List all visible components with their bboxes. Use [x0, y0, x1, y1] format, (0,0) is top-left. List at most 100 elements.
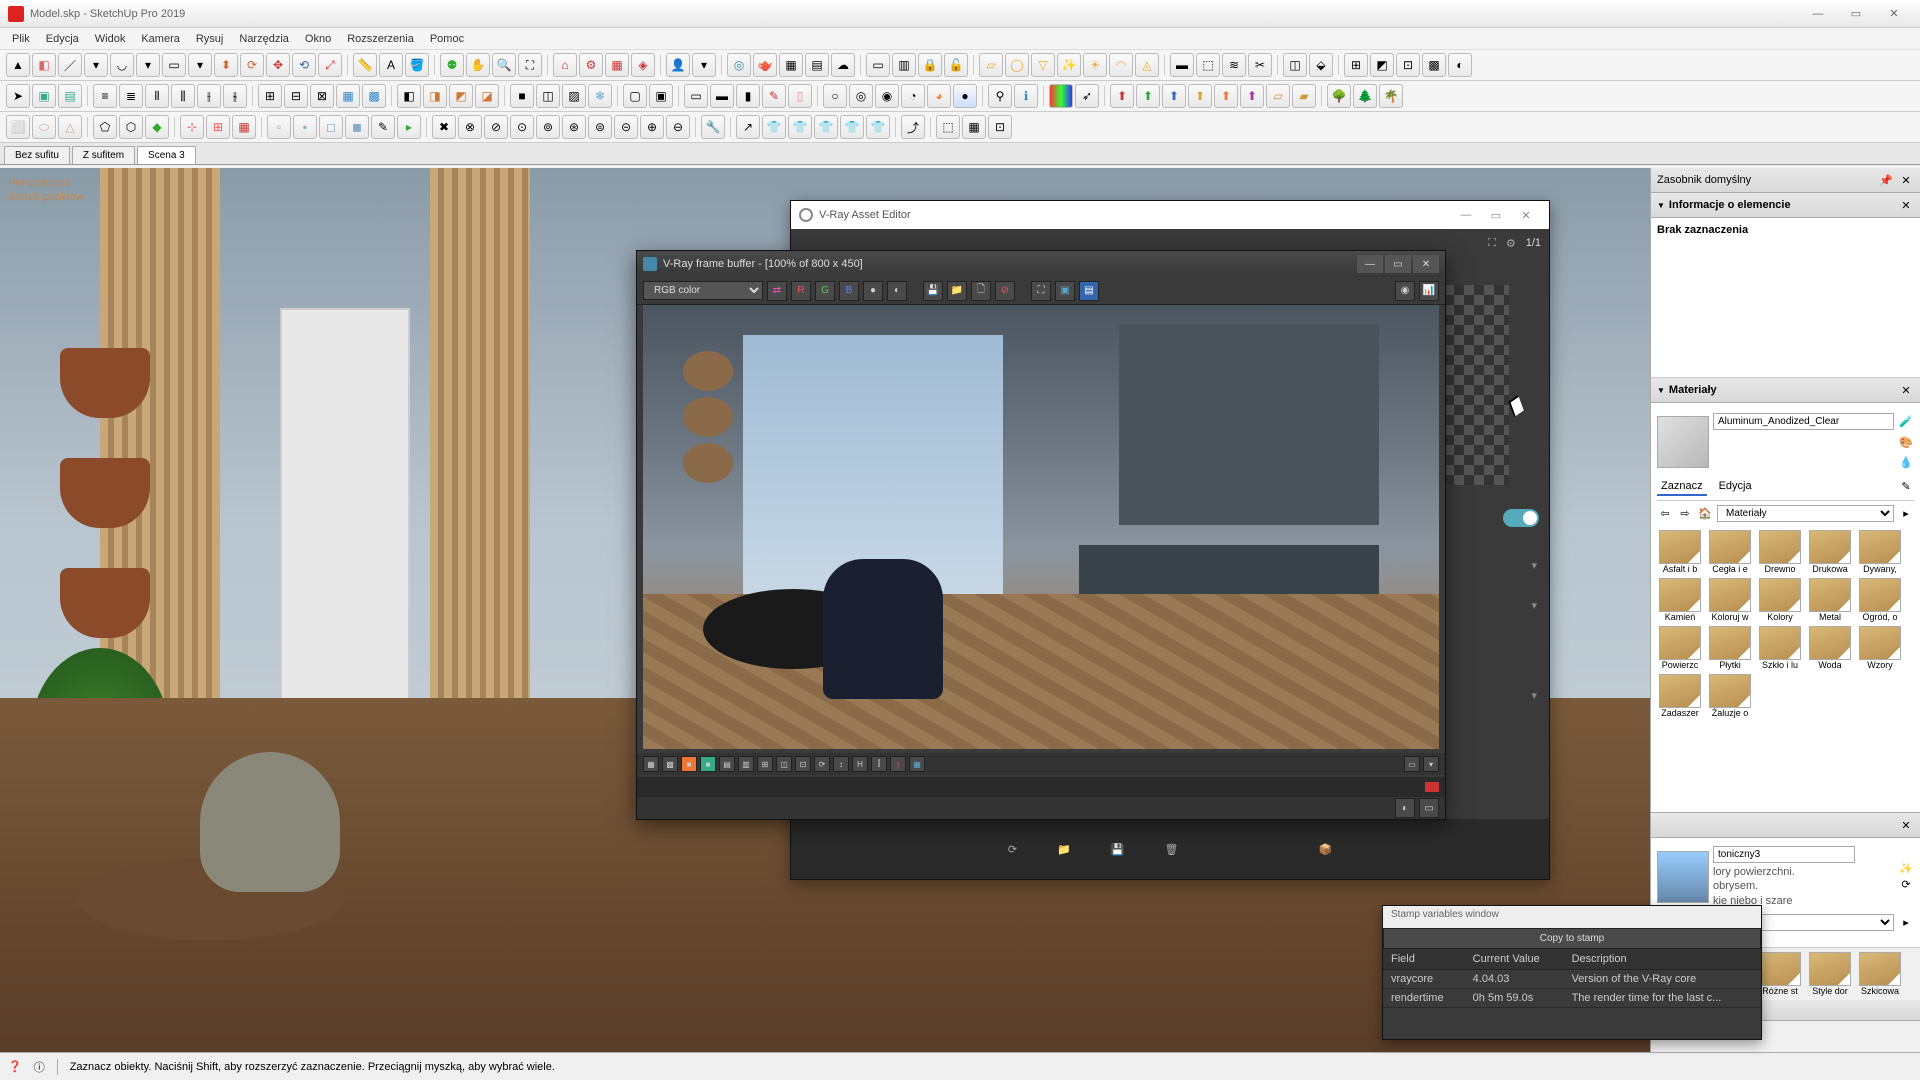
info-icon[interactable]: ⓘ — [34, 1059, 45, 1075]
cam4-icon[interactable]: ◔ — [901, 84, 925, 108]
pick-icon[interactable]: ➶ — [1075, 84, 1099, 108]
vray-mono-icon[interactable]: ◐ — [1448, 53, 1472, 77]
menu-rozszerzenia[interactable]: Rozszerzenia — [339, 30, 422, 48]
vfb-b-button[interactable]: B — [839, 281, 859, 301]
material-name-input[interactable] — [1713, 413, 1894, 430]
x9-icon[interactable]: ⊕ — [640, 115, 664, 139]
section2-icon[interactable]: ▣ — [649, 84, 673, 108]
cloth1-icon[interactable]: 👕 — [762, 115, 786, 139]
col-value[interactable]: Current Value — [1465, 949, 1564, 970]
ext-warehouse-icon[interactable]: ⚙ — [579, 53, 603, 77]
sand5-icon[interactable]: ▩ — [362, 84, 386, 108]
vray-geo1-icon[interactable]: ◫ — [1283, 53, 1307, 77]
align6-icon[interactable]: ⫳ — [223, 84, 247, 108]
vray-shade-icon[interactable]: ◩ — [1370, 53, 1394, 77]
vfb-exp-icon[interactable]: ▾ — [1423, 756, 1439, 772]
x5-icon[interactable]: ⊚ — [536, 115, 560, 139]
vray-proxy-icon[interactable]: ⬚ — [1196, 53, 1220, 77]
style-folder[interactable]: Style dor — [1807, 952, 1853, 996]
chevron-down-icon[interactable]: ▾ — [1531, 599, 1537, 612]
comp-edit-icon[interactable]: ▤ — [58, 84, 82, 108]
location-icon[interactable]: ◈ — [631, 53, 655, 77]
vfb-stamp-icon[interactable]: ▭ — [1404, 756, 1420, 772]
rect-tool-icon[interactable]: ▭ — [162, 53, 186, 77]
eraser-icon[interactable]: ◧ — [32, 53, 56, 77]
vray-frame-buffer-window[interactable]: V-Ray frame buffer - [100% of 800 x 450]… — [636, 250, 1446, 820]
vray-fur-icon[interactable]: ≋ — [1222, 53, 1246, 77]
vfb-b4-icon[interactable]: ■ — [700, 756, 716, 772]
mod3-icon[interactable]: ◻ — [319, 115, 343, 139]
minimize-button[interactable]: — — [1800, 4, 1836, 24]
vfb-load-icon[interactable]: 📁 — [947, 281, 967, 301]
dyn2-icon[interactable]: ℹ — [1014, 84, 1038, 108]
cylinder-icon[interactable]: ⬭ — [32, 115, 56, 139]
style-update-icon[interactable]: ⟳ — [1898, 877, 1914, 893]
x6-icon[interactable]: ⊛ — [562, 115, 586, 139]
material-folder[interactable]: Szkło i lu — [1757, 626, 1803, 670]
vae-expand-icon[interactable]: ⛶ — [1488, 237, 1496, 250]
vae-pack-icon[interactable]: 📦 — [1318, 843, 1332, 856]
vfb-b14-icon[interactable]: | — [890, 756, 906, 772]
line-dd-icon[interactable]: ▾ — [84, 53, 108, 77]
vfb-max-button[interactable]: ▭ — [1385, 255, 1411, 273]
align2-icon[interactable]: ≣ — [119, 84, 143, 108]
vray-mesh-light-icon[interactable]: ◬ — [1135, 53, 1159, 77]
paint-icon[interactable]: 🪣 — [405, 53, 429, 77]
close-button[interactable]: ✕ — [1876, 4, 1912, 24]
cloth2-icon[interactable]: 👕 — [788, 115, 812, 139]
solid3-icon[interactable]: ◩ — [449, 84, 473, 108]
back-icon[interactable]: ⇦ — [1657, 506, 1673, 522]
vfb-p1-icon[interactable]: ◐ — [1395, 798, 1415, 818]
rotate-icon[interactable]: ⟲ — [292, 53, 316, 77]
style-name-input[interactable] — [1713, 846, 1855, 863]
tab-bez-sufitu[interactable]: Bez sufitu — [4, 146, 70, 164]
vray-light-sphere-icon[interactable]: ◯ — [1005, 53, 1029, 77]
zoom-icon[interactable]: 🔍 — [492, 53, 516, 77]
vfb-b12-icon[interactable]: H — [852, 756, 868, 772]
style-folder[interactable]: Różne st — [1757, 952, 1803, 996]
menu-pomoc[interactable]: Pomoc — [422, 30, 472, 48]
shadow4-icon[interactable]: ❄ — [588, 84, 612, 108]
panel-close-icon[interactable]: ✕ — [1898, 382, 1914, 398]
vfb-del-icon[interactable]: ⊘ — [995, 281, 1015, 301]
grid3-icon[interactable]: ▦ — [232, 115, 256, 139]
stamp-title[interactable]: Stamp variables window — [1383, 906, 1761, 928]
vray-asset-titlebar[interactable]: V-Ray Asset Editor — ▭ ✕ — [791, 201, 1549, 229]
vae-open-icon[interactable]: 📁 — [1057, 843, 1071, 856]
pushpull-icon[interactable]: ⬍ — [214, 53, 238, 77]
vray-unlock-icon[interactable]: 🔓 — [944, 53, 968, 77]
cam3-icon[interactable]: ◉ — [875, 84, 899, 108]
style5-icon[interactable]: ▯ — [788, 84, 812, 108]
select-icon[interactable]: ➤ — [6, 84, 30, 108]
menu-edycja[interactable]: Edycja — [38, 30, 87, 48]
menu-okno[interactable]: Okno — [297, 30, 339, 48]
shadow3-icon[interactable]: ▨ — [562, 84, 586, 108]
style-detail-icon[interactable]: ▸ — [1898, 914, 1914, 930]
prim1-icon[interactable]: ⬠ — [93, 115, 117, 139]
table-row[interactable]: rendertime0h 5m 59.0sThe render time for… — [1383, 989, 1761, 1008]
sand2-icon[interactable]: ⊟ — [284, 84, 308, 108]
vfb-b7-icon[interactable]: ⊞ — [757, 756, 773, 772]
tab-scena-3[interactable]: Scena 3 — [137, 146, 196, 164]
mod4-icon[interactable]: ◼ — [345, 115, 369, 139]
vfb-b11-icon[interactable]: ↕ — [833, 756, 849, 772]
ax-r-icon[interactable]: ⬆ — [1110, 84, 1134, 108]
vfb-b6-icon[interactable]: ▥ — [738, 756, 754, 772]
material-folder[interactable]: Drukowa — [1807, 530, 1853, 574]
tray-pin-icon[interactable]: 📌 — [1878, 172, 1894, 188]
dyn1-icon[interactable]: ⚲ — [988, 84, 1012, 108]
mod1-icon[interactable]: ▫ — [267, 115, 291, 139]
vfb-flag-icon[interactable] — [1425, 782, 1439, 792]
style-new-icon[interactable]: ✨ — [1898, 861, 1914, 877]
vray-sun-icon[interactable]: ☀ — [1083, 53, 1107, 77]
align4-icon[interactable]: ⫼ — [171, 84, 195, 108]
vfb-r-button[interactable]: R — [791, 281, 811, 301]
select-tool-icon[interactable]: ▲ — [6, 53, 30, 77]
chevron-down-icon[interactable]: ▾ — [1531, 559, 1537, 572]
vae-max-button[interactable]: ▭ — [1481, 209, 1511, 222]
ax-b-icon[interactable]: ⬆ — [1162, 84, 1186, 108]
x10-icon[interactable]: ⊖ — [666, 115, 690, 139]
terrain1-icon[interactable]: ▱ — [1266, 84, 1290, 108]
sel2-icon[interactable]: ▦ — [962, 115, 986, 139]
vfb-link-icon[interactable]: ⛶ — [1031, 281, 1051, 301]
